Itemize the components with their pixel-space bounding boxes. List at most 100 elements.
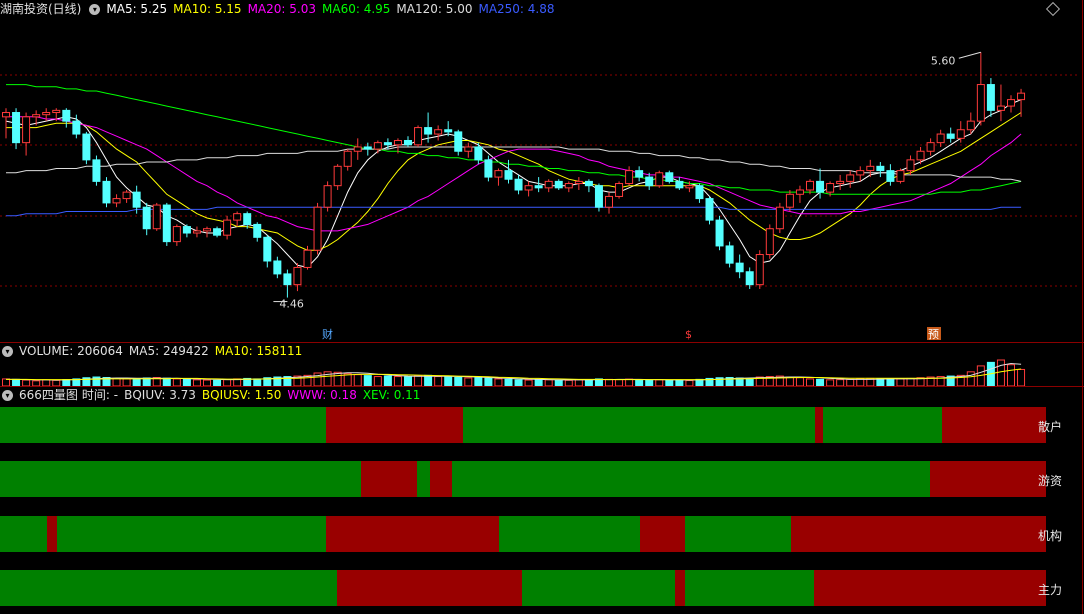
candle-body — [725, 245, 734, 264]
volume-bar — [745, 378, 754, 386]
band-segment-red — [791, 516, 1046, 552]
candle-body — [203, 228, 211, 232]
ma-legend-item: MA120: 5.00 — [396, 2, 473, 16]
volume-bar — [504, 378, 513, 386]
collapse-icon[interactable]: ▾ — [2, 390, 13, 401]
band-segment-green — [522, 570, 675, 606]
volume-value: VOLUME: 206064 — [19, 344, 123, 358]
volume-bar — [896, 378, 905, 386]
candle-body — [625, 170, 634, 185]
candle-body — [233, 213, 242, 221]
candle-body — [876, 165, 885, 172]
candle-body — [383, 142, 392, 146]
candle-body — [936, 133, 945, 144]
volume-bar — [1017, 368, 1026, 386]
ma-legend: MA5: 5.25 MA10: 5.15 MA20: 5.03 MA60: 4.95 M… — [106, 2, 560, 16]
band-label: 散户 — [1038, 420, 1063, 434]
candlestick-chart: 5.60 4.46 财 $ 预 — [0, 51, 1080, 340]
volume-ma10: MA10: 158111 — [214, 344, 303, 358]
collapse-icon[interactable]: ▾ — [2, 346, 13, 357]
volume-bar — [886, 378, 895, 386]
volume-chart — [2, 359, 1026, 386]
candle-body — [755, 254, 764, 286]
indicator-xev: XEV: 0.11 — [362, 388, 421, 402]
collapse-icon[interactable]: ▾ — [89, 4, 101, 15]
candle-body — [806, 180, 814, 191]
indicator-www: WWW: 0.18 — [287, 388, 357, 402]
volume-bar — [625, 378, 634, 386]
candle-body — [484, 159, 493, 178]
indicator-bqiuv: BQIUV: 3.73 — [124, 388, 196, 402]
candle-body — [564, 183, 573, 189]
candle-body — [645, 176, 654, 187]
candle-body — [42, 112, 51, 116]
band-label: 机构 — [1038, 529, 1063, 543]
candle-body — [92, 159, 101, 182]
ma-legend-item: MA250: 4.88 — [478, 2, 555, 16]
candle-body — [765, 228, 774, 256]
volume-bar — [785, 376, 794, 386]
volume-bar — [846, 378, 855, 386]
volume-bar — [182, 378, 191, 386]
volume-bar — [424, 374, 433, 386]
candle-body — [12, 112, 21, 144]
candle-body — [514, 178, 523, 191]
ma-legend-item: MA20: 5.03 — [247, 2, 316, 16]
candle-body — [524, 185, 533, 191]
band-row — [0, 570, 1046, 606]
volume-bar — [1007, 364, 1015, 386]
candle-body — [504, 170, 513, 180]
candle-body — [434, 129, 443, 135]
band-segment-green — [417, 461, 430, 497]
band-segment-green — [57, 516, 326, 552]
low-label: 4.46 — [279, 298, 304, 311]
candle-body — [554, 180, 563, 189]
volume-bar — [856, 378, 865, 386]
candle-body — [273, 260, 282, 275]
candle-body — [444, 129, 453, 133]
band-segment-green — [0, 461, 361, 497]
volume-bar — [253, 378, 262, 386]
candle-body — [182, 226, 191, 234]
volume-bar — [393, 376, 402, 386]
candle-body — [253, 223, 262, 238]
candle-body — [353, 146, 362, 152]
volume-bar — [434, 376, 443, 386]
band-segment-red — [815, 407, 823, 443]
band-segment-red — [430, 461, 452, 497]
volume-bar — [906, 377, 915, 386]
band-label: 主力 — [1038, 583, 1063, 597]
volume-bar — [876, 378, 885, 386]
band-segment-red — [47, 516, 57, 552]
candle-body — [594, 185, 603, 208]
main-header: 湖南投资(日线) ▾ MA5: 5.25 MA10: 5.15 MA20: 5.03 MA… — [0, 0, 567, 18]
volume-bar — [414, 375, 423, 386]
candle-body — [966, 120, 975, 131]
band-segment-red — [814, 570, 1046, 606]
candle-body — [474, 146, 483, 161]
candle-body — [846, 174, 855, 182]
diamond-icon[interactable] — [1045, 1, 1061, 17]
candle-body — [584, 180, 593, 187]
candle-body — [866, 165, 875, 172]
candle-body — [826, 183, 835, 193]
candle-body — [916, 150, 925, 161]
candle-body — [976, 84, 985, 122]
candle-body — [72, 120, 81, 135]
volume-bar — [484, 377, 493, 386]
right-border — [1082, 0, 1083, 614]
candle-body — [162, 204, 171, 243]
volume-bar — [795, 377, 804, 386]
candle-body — [404, 139, 412, 146]
candle-body — [82, 133, 91, 161]
indicator-time: 时间: - — [81, 388, 119, 402]
candle-body — [605, 195, 613, 208]
candle-body — [132, 191, 141, 208]
candle-body — [494, 170, 503, 178]
candle-body — [152, 204, 161, 230]
volume-bar — [806, 378, 814, 386]
volume-bar — [132, 378, 141, 386]
band-segment-green — [463, 407, 815, 443]
band-segment-red — [930, 461, 1046, 497]
candle-body — [414, 127, 423, 146]
